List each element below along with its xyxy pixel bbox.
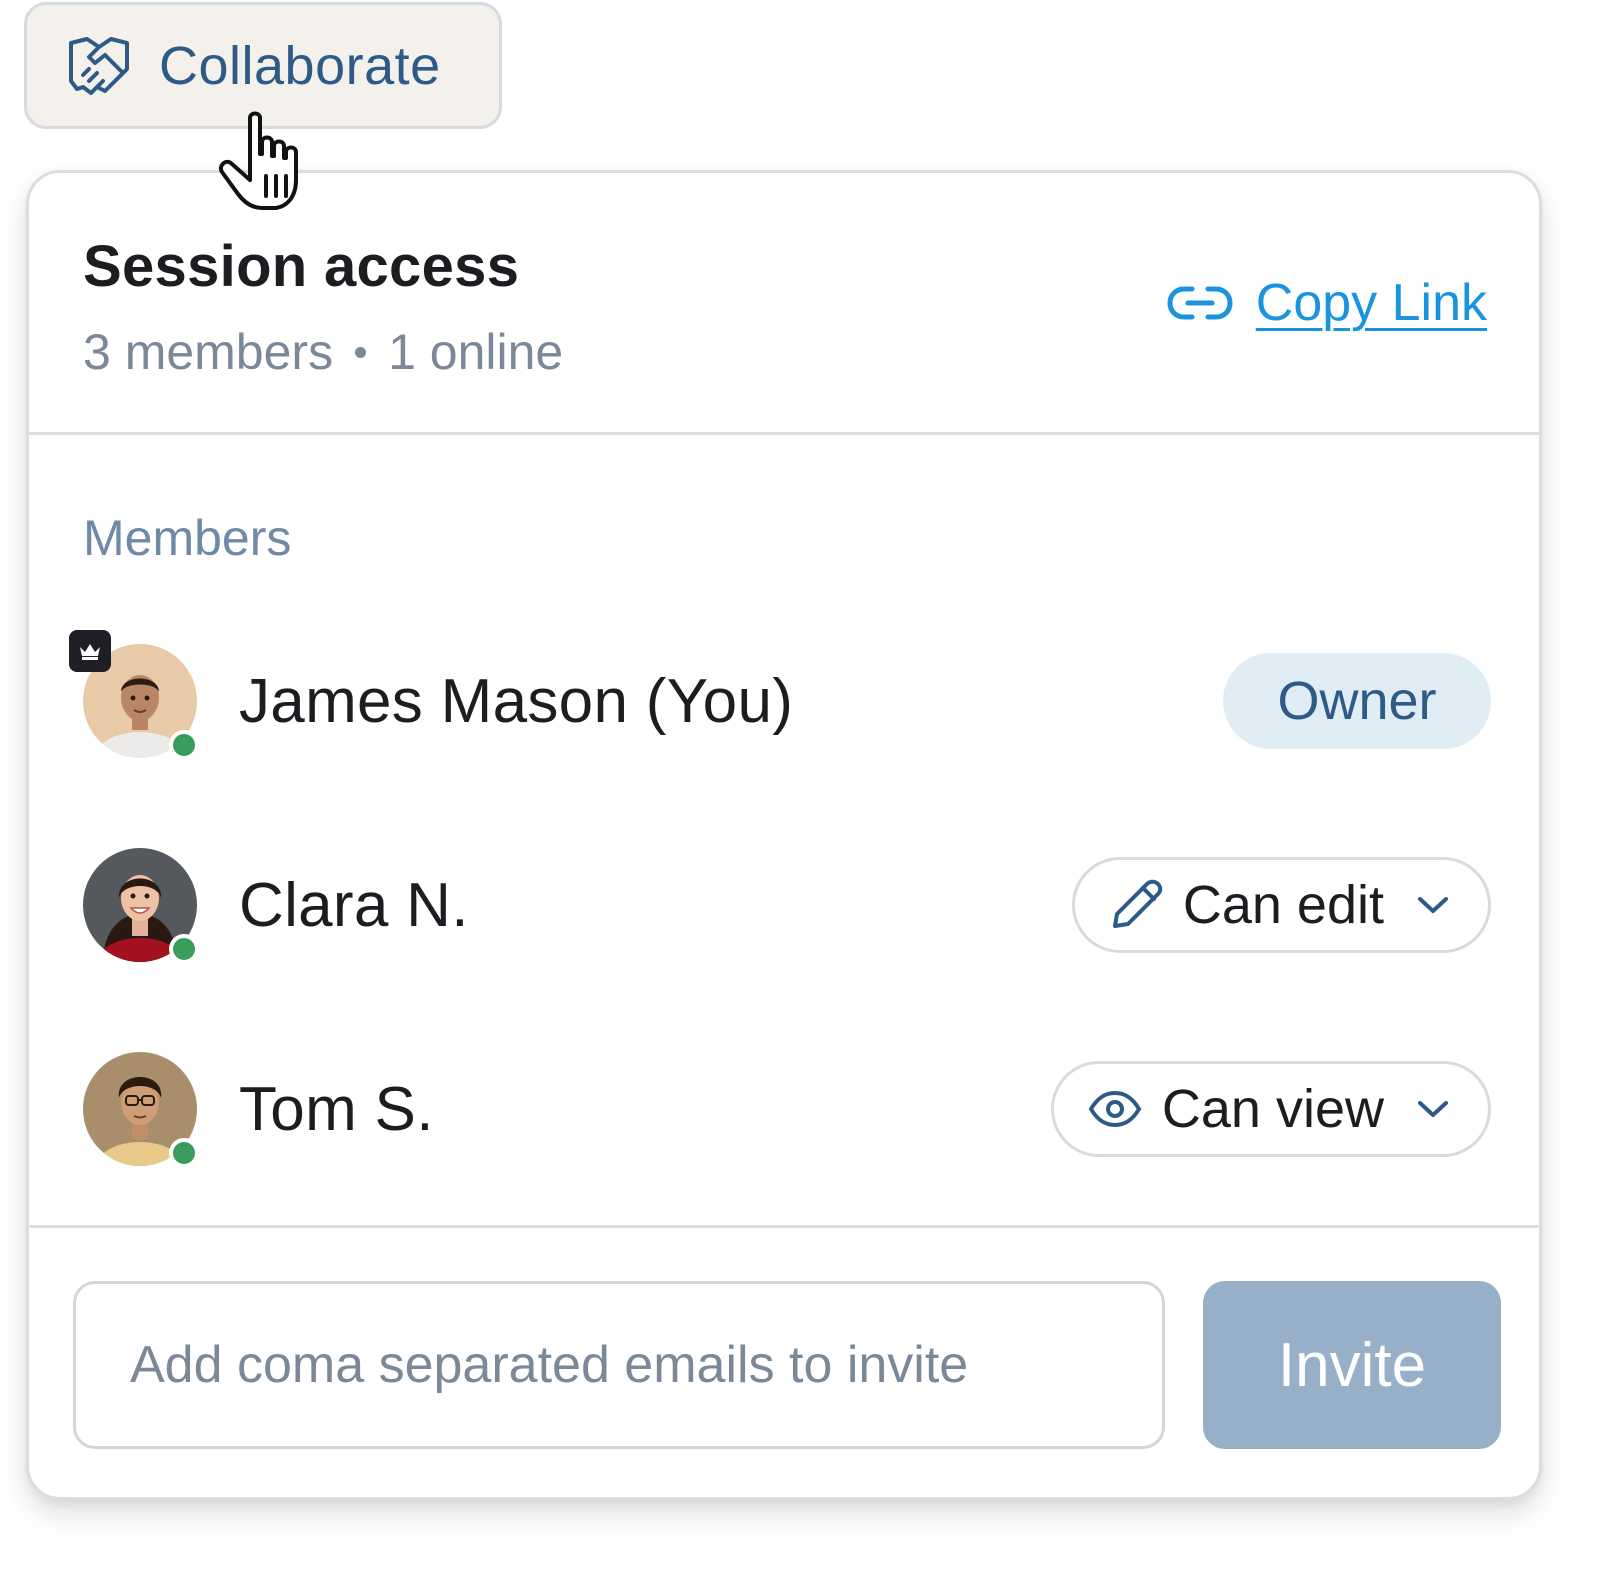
- owner-badge: Owner: [1223, 653, 1491, 749]
- online-count: 1 online: [388, 324, 564, 380]
- panel-title: Session access: [83, 234, 520, 299]
- copy-link-label: Copy Link: [1255, 274, 1487, 332]
- eye-icon: [1088, 1082, 1142, 1136]
- member-name: James Mason (You): [239, 666, 794, 736]
- role-label: Can view: [1161, 1079, 1384, 1139]
- online-indicator: [169, 934, 199, 964]
- footer-divider: [29, 1225, 1539, 1228]
- hand-cursor-icon: [214, 110, 314, 220]
- role-select-can-edit[interactable]: Can edit: [1071, 857, 1491, 953]
- role-select-can-view[interactable]: Can view: [1050, 1061, 1491, 1157]
- member-name: Tom S.: [239, 1074, 434, 1144]
- session-access-panel: Session access 3 members 1 online Copy L…: [26, 170, 1542, 1500]
- role-label: Can edit: [1182, 875, 1384, 935]
- invite-button[interactable]: Invite: [1203, 1281, 1501, 1449]
- member-row-clara: Clara N. Can edit: [83, 847, 1491, 964]
- chevron-down-icon: [1416, 1099, 1450, 1119]
- avatar-wrapper: [83, 848, 199, 964]
- separator-dot: [355, 346, 367, 358]
- online-indicator: [169, 1138, 199, 1168]
- avatar-wrapper: [69, 630, 199, 760]
- invite-email-input[interactable]: [73, 1281, 1165, 1449]
- member-name: Clara N.: [239, 870, 469, 940]
- crown-icon: [69, 630, 111, 672]
- collaborate-label: Collaborate: [159, 35, 441, 96]
- copy-link-button[interactable]: Copy Link: [1166, 273, 1487, 333]
- online-indicator: [169, 730, 199, 760]
- handshake-icon: [65, 31, 135, 101]
- member-row-james: James Mason (You) Owner: [69, 630, 1491, 760]
- avatar-wrapper: [83, 1052, 199, 1168]
- pencil-icon: [1109, 878, 1163, 932]
- chevron-down-icon: [1416, 895, 1450, 915]
- session-stats: 3 members 1 online: [83, 323, 563, 381]
- members-heading: Members: [83, 510, 292, 566]
- member-count: 3 members: [83, 324, 334, 380]
- member-row-tom: Tom S. Can view: [83, 1051, 1491, 1168]
- link-icon: [1166, 283, 1234, 323]
